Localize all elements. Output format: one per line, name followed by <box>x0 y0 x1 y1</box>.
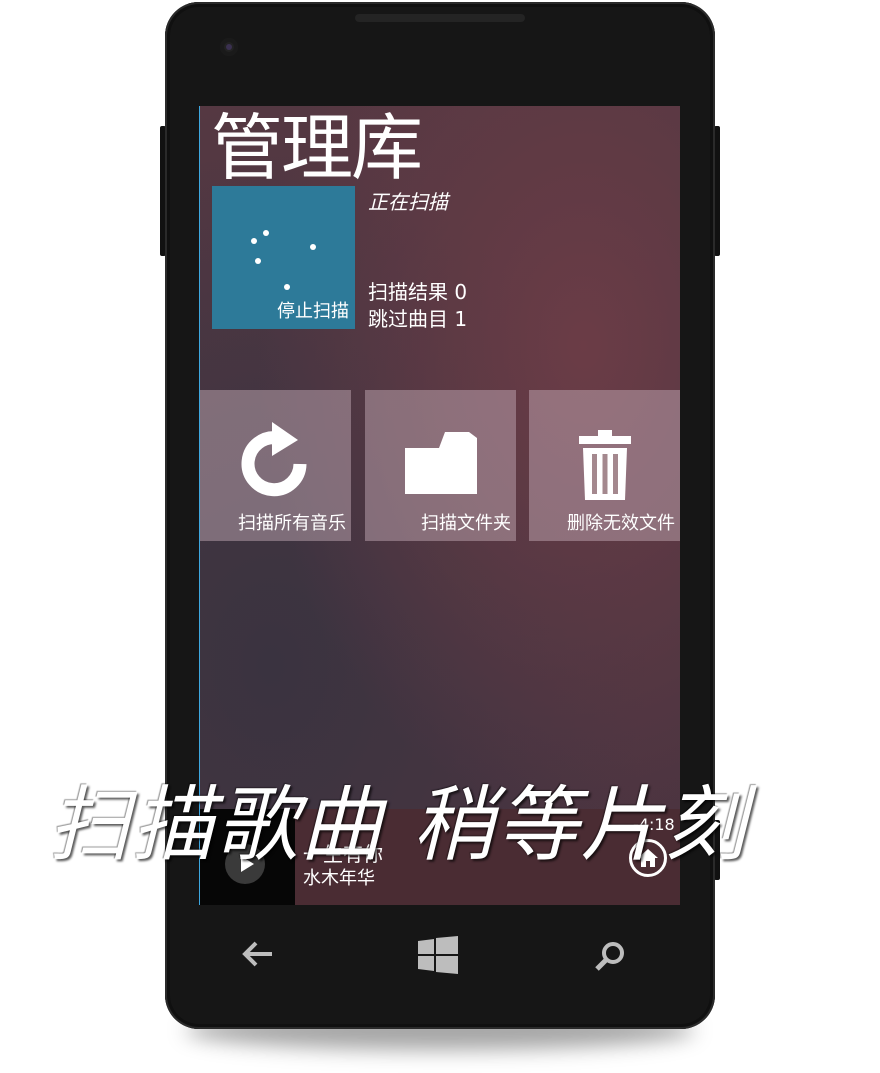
search-icon[interactable] <box>594 940 626 972</box>
progress-dot <box>251 238 257 244</box>
delete-invalid-files-label: 删除无效文件 <box>567 513 675 534</box>
scan-results-label: 扫描结果 <box>368 280 448 304</box>
skipped-tracks-row: 跳过曲目 1 <box>368 303 467 332</box>
refresh-icon <box>241 422 307 497</box>
scan-status: 正在扫描 <box>368 190 448 214</box>
progress-dot <box>284 284 290 290</box>
trash-icon <box>579 430 631 500</box>
back-arrow-icon[interactable] <box>242 940 274 968</box>
windows-logo-icon[interactable] <box>418 936 458 974</box>
front-camera <box>220 38 238 56</box>
scan-all-music-label: 扫描所有音乐 <box>238 513 346 534</box>
scan-folder-label: 扫描文件夹 <box>421 513 511 534</box>
progress-dot <box>263 230 269 236</box>
phone-speaker <box>355 14 525 22</box>
folder-icon <box>405 432 477 494</box>
progress-dot <box>255 258 261 264</box>
progress-dot <box>310 244 316 250</box>
scan-results-count: 0 <box>454 280 468 304</box>
overlay-caption: 扫描歌曲 稍等片刻 <box>48 778 749 873</box>
scan-folder-tile[interactable]: 扫描文件夹 <box>365 390 516 541</box>
page-title: 管理库 <box>211 106 423 190</box>
stop-scan-button[interactable]: 停止扫描 <box>212 186 355 329</box>
skipped-tracks-label: 跳过曲目 <box>368 307 448 331</box>
scan-all-music-tile[interactable]: 扫描所有音乐 <box>200 390 351 541</box>
skipped-tracks-count: 1 <box>454 307 468 331</box>
scan-results-row: 扫描结果 0 <box>368 276 467 305</box>
delete-invalid-files-tile[interactable]: 删除无效文件 <box>529 390 680 541</box>
stop-scan-label: 停止扫描 <box>277 301 349 322</box>
